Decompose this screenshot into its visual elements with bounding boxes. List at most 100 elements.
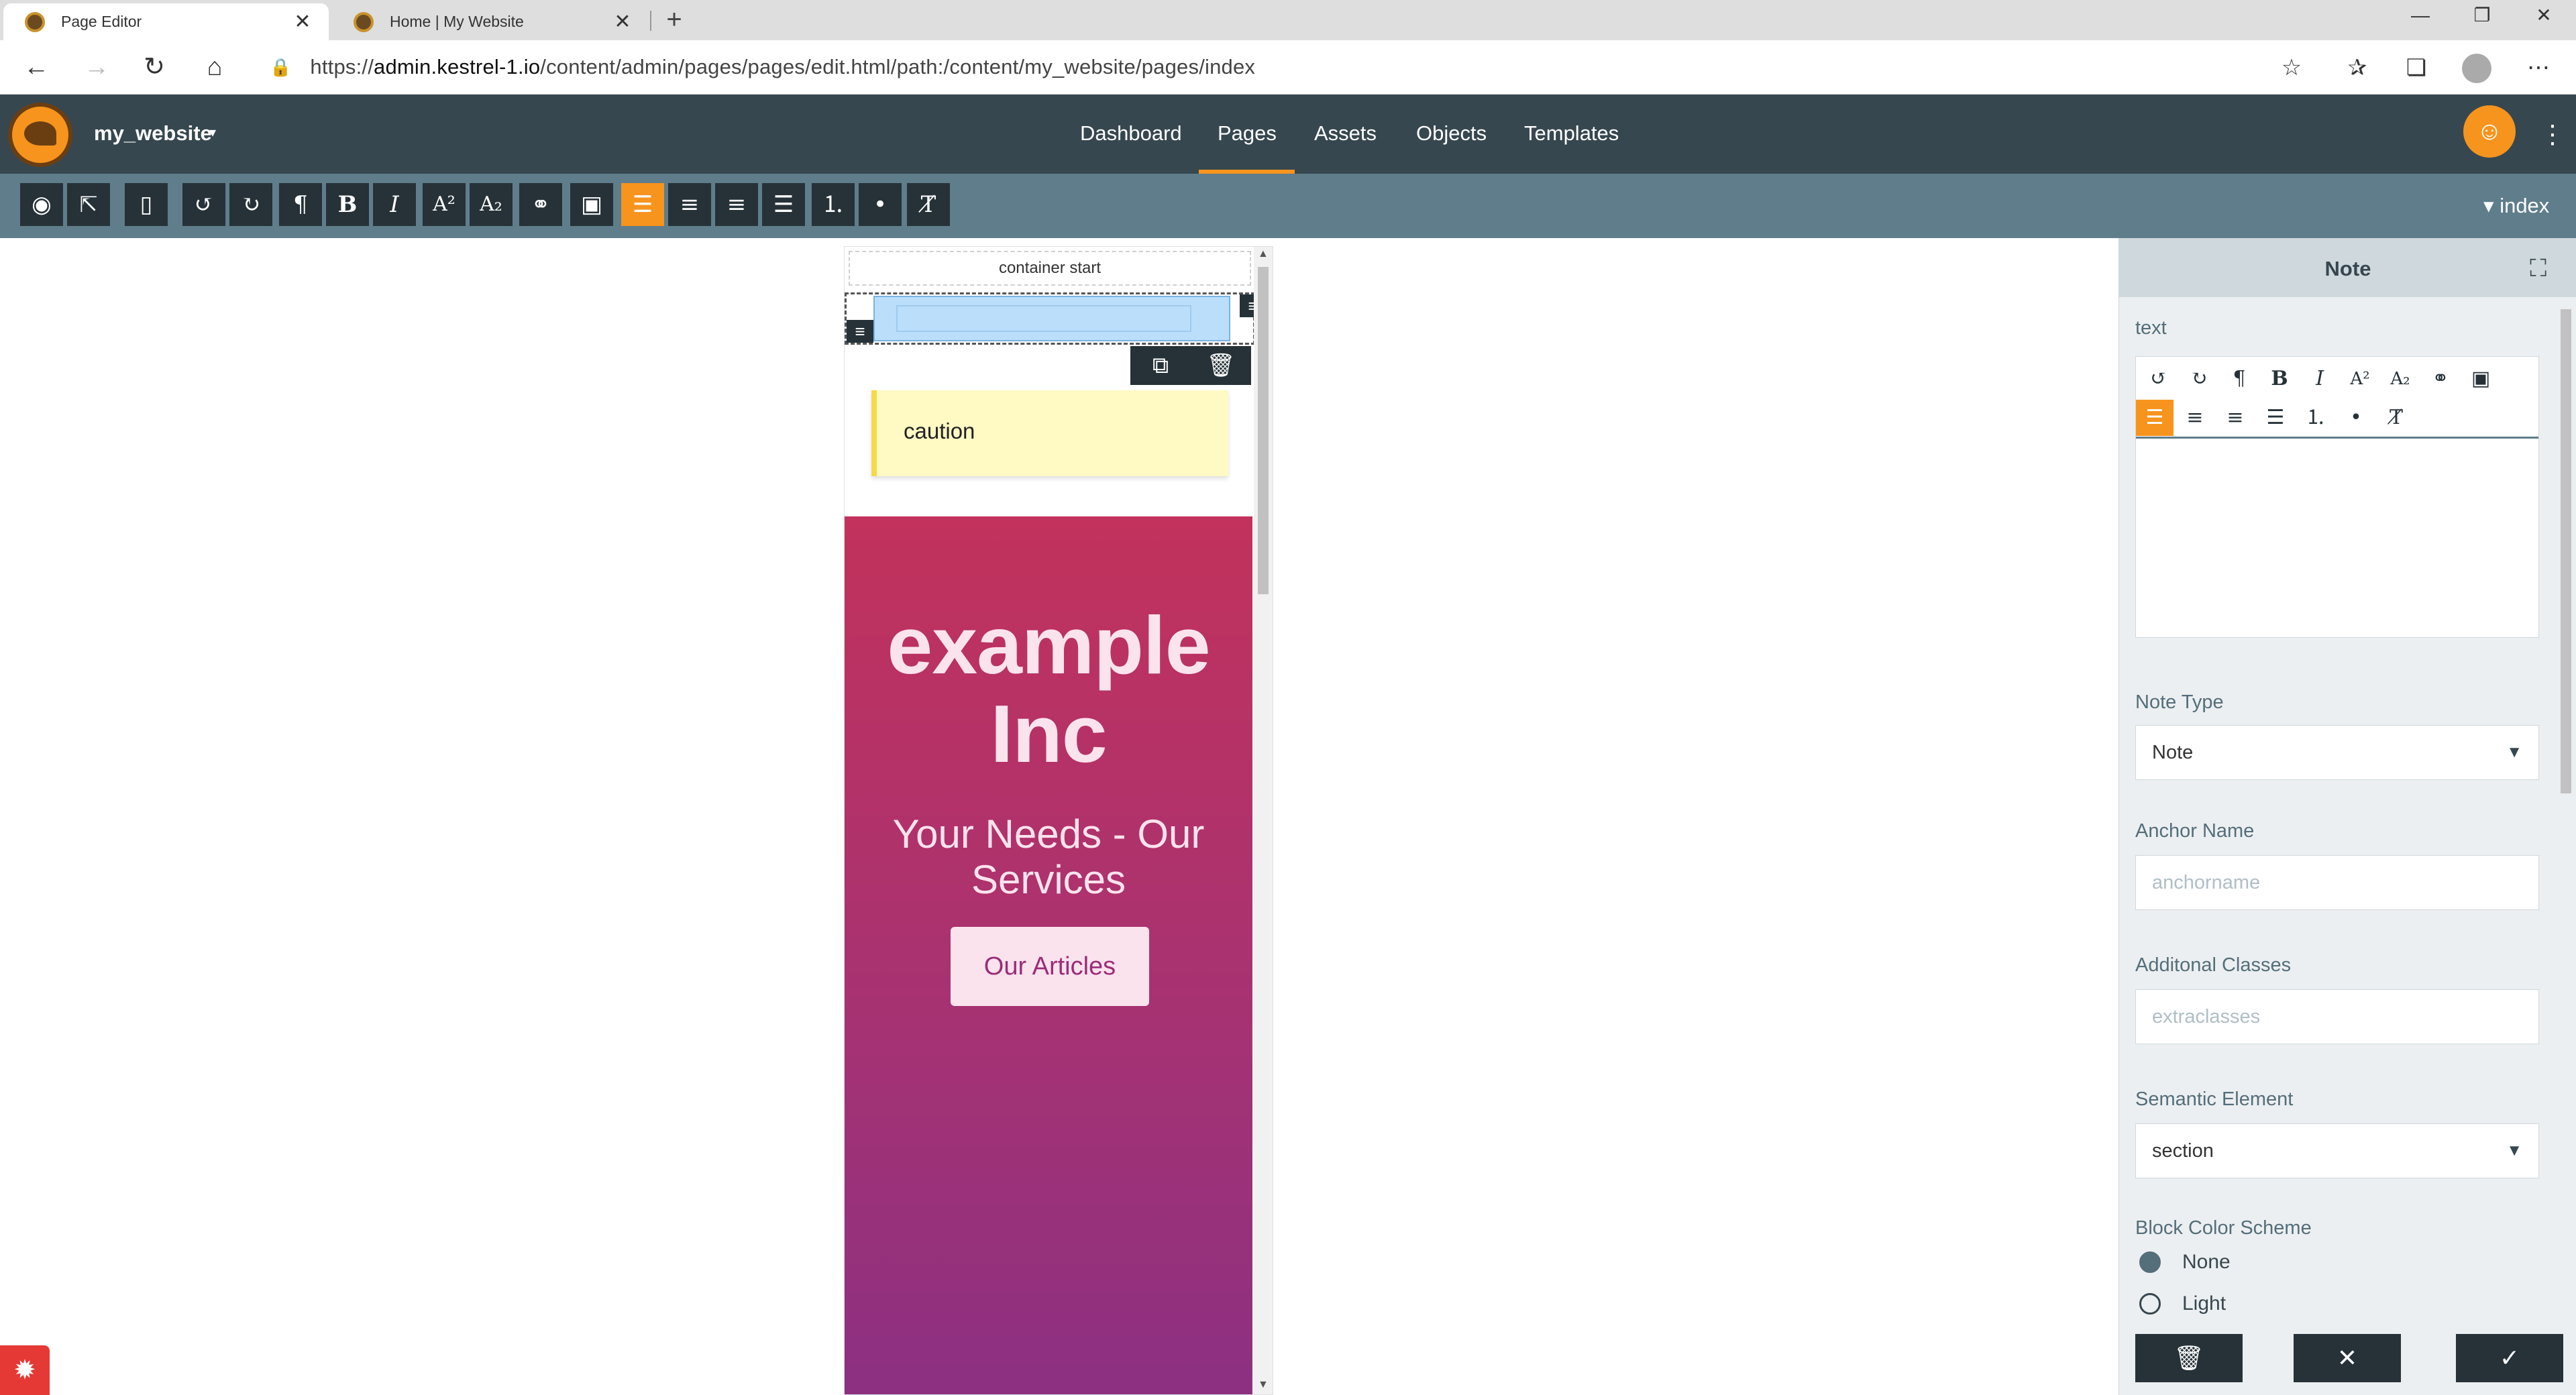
our-articles-button[interactable]: Our Articles xyxy=(951,927,1149,1006)
link-icon[interactable]: ⚭ xyxy=(2422,361,2459,397)
nav-dashboard[interactable]: Dashboard xyxy=(1080,121,1182,146)
anchor-name-input[interactable]: anchorname xyxy=(2135,855,2539,910)
paragraph-icon[interactable]: ¶ xyxy=(2220,361,2258,397)
user-account-icon[interactable]: ☺ xyxy=(2463,105,2516,158)
favorites-list-icon[interactable]: ✰ xyxy=(2339,52,2376,83)
kestrel-logo-icon[interactable] xyxy=(8,103,72,167)
unordered-list-icon[interactable]: • xyxy=(2337,400,2375,436)
align-left-icon[interactable]: ☰ xyxy=(621,183,664,226)
profile-avatar[interactable] xyxy=(2462,54,2491,83)
address-bar[interactable]: 🔒 https://admin.kestrel-1.io/content/adm… xyxy=(254,48,2317,86)
new-tab-button[interactable]: + xyxy=(659,4,690,35)
clear-format-icon[interactable]: T̸ xyxy=(907,183,950,226)
italic-icon[interactable]: I xyxy=(2301,361,2339,397)
align-center-icon[interactable]: ≡ xyxy=(2176,400,2214,436)
redo-icon[interactable]: ↻ xyxy=(229,183,272,226)
tab-close-icon[interactable]: ✕ xyxy=(612,10,633,34)
subscript-icon[interactable]: A₂ xyxy=(470,183,513,226)
preview-scrollbar[interactable]: ▲ ▼ xyxy=(1254,247,1273,1394)
index-toggle[interactable]: ▾ index xyxy=(2483,194,2549,218)
clear-format-icon[interactable]: T̸ xyxy=(2377,400,2415,436)
image-icon[interactable]: ▣ xyxy=(570,183,613,226)
forward-arrow-icon[interactable]: → xyxy=(78,52,115,83)
selected-note-content[interactable] xyxy=(873,296,1230,341)
bug-report-icon[interactable]: ✹ xyxy=(0,1345,50,1395)
additional-classes-input[interactable]: extraclasses xyxy=(2135,989,2539,1044)
align-center-icon[interactable]: ≡ xyxy=(668,183,711,226)
note-type-value: Note xyxy=(2152,742,2194,763)
site-caret-icon[interactable]: ▾ xyxy=(209,124,216,141)
confirm-button[interactable]: ✓ xyxy=(2456,1334,2563,1382)
note-text-area[interactable] xyxy=(896,305,1191,332)
favorite-star-icon[interactable]: ☆ xyxy=(2273,52,2310,83)
align-justify-icon[interactable]: ☰ xyxy=(762,183,805,226)
home-icon[interactable]: ⌂ xyxy=(196,52,233,83)
copy-icon[interactable]: ⧉ xyxy=(1130,346,1191,385)
bold-icon[interactable]: B xyxy=(2261,361,2298,397)
italic-icon[interactable]: I xyxy=(373,183,416,226)
tab-page-editor[interactable]: Page Editor ✕ xyxy=(3,3,329,40)
radio-selected-icon[interactable] xyxy=(2139,1251,2161,1273)
collections-icon[interactable]: ❏ xyxy=(2398,52,2435,83)
nav-templates[interactable]: Templates xyxy=(1524,121,1619,146)
bold-icon[interactable]: B xyxy=(326,183,369,226)
back-arrow-icon[interactable]: ← xyxy=(17,52,55,83)
semantic-element-select[interactable]: section ▼ xyxy=(2135,1123,2539,1178)
browser-menu-icon[interactable]: ⋯ xyxy=(2520,52,2557,83)
tab-home-my-website[interactable]: Home | My Website ✕ xyxy=(332,3,649,40)
caution-note-block[interactable]: caution xyxy=(871,390,1228,476)
chevron-down-icon: ▼ xyxy=(2506,1141,2522,1160)
note-type-select[interactable]: Note ▼ xyxy=(2135,725,2539,780)
radio-option-light[interactable]: Light xyxy=(2139,1292,2226,1315)
anchor-name-label: Anchor Name xyxy=(2135,820,2255,842)
ordered-list-icon[interactable]: ⒈ xyxy=(812,183,855,226)
window-close-button[interactable]: ✕ xyxy=(2513,0,2575,34)
panel-scrollbar[interactable] xyxy=(2555,300,2576,1313)
restore-button[interactable]: ❐ xyxy=(2451,0,2513,34)
align-justify-icon[interactable]: ☰ xyxy=(2257,400,2294,436)
nav-objects[interactable]: Objects xyxy=(1416,121,1487,146)
scroll-down-arrow-icon[interactable]: ▼ xyxy=(1258,1379,1269,1391)
superscript-icon[interactable]: A² xyxy=(2341,361,2379,397)
drag-handle-icon[interactable]: ≡ xyxy=(847,320,873,343)
paragraph-icon[interactable]: ¶ xyxy=(279,183,322,226)
unordered-list-icon[interactable]: • xyxy=(859,183,902,226)
scroll-up-arrow-icon[interactable]: ▲ xyxy=(1258,248,1269,260)
minimize-button[interactable]: — xyxy=(2390,0,2451,34)
cancel-button[interactable]: ✕ xyxy=(2294,1334,2401,1382)
tab-close-icon[interactable]: ✕ xyxy=(292,10,313,34)
trash-icon[interactable]: 🗑 xyxy=(1191,346,1251,385)
tab-title: Page Editor xyxy=(61,13,142,30)
ordered-list-icon[interactable]: ⒈ xyxy=(2297,400,2334,436)
align-right-icon[interactable]: ≡ xyxy=(715,183,758,226)
subscript-icon[interactable]: A₂ xyxy=(2381,361,2419,397)
container-start-marker[interactable]: container start xyxy=(849,251,1251,286)
align-right-icon[interactable]: ≡ xyxy=(2216,400,2254,436)
selected-note-block[interactable]: ≡ ≡ xyxy=(845,292,1267,345)
mobile-device-icon[interactable]: ▯ xyxy=(125,183,168,226)
undo-icon[interactable]: ↺ xyxy=(182,183,225,226)
url-text: https://admin.kestrel-1.io/content/admin… xyxy=(310,55,1255,79)
radio-option-none[interactable]: None xyxy=(2139,1251,2231,1274)
link-icon[interactable]: ⚭ xyxy=(519,183,562,226)
panel-scroll-thumb[interactable] xyxy=(2561,309,2571,793)
rich-text-editor[interactable]: ↺ ↻ ¶ B I A² A₂ ⚭ ▣ ☰ ≡ ≡ ☰ ⒈ • T̸ xyxy=(2135,356,2539,638)
reload-icon[interactable]: ↻ xyxy=(136,52,173,83)
superscript-icon[interactable]: A² xyxy=(423,183,466,226)
undo-icon[interactable]: ↺ xyxy=(2140,361,2178,397)
nav-pages[interactable]: Pages xyxy=(1218,121,1277,146)
delete-button[interactable]: 🗑 xyxy=(2135,1334,2243,1382)
expand-icon[interactable]: ⛶ xyxy=(2530,254,2546,283)
site-favicon-icon xyxy=(25,11,45,32)
redo-icon[interactable]: ↻ xyxy=(2180,361,2218,397)
image-icon[interactable]: ▣ xyxy=(2462,361,2500,397)
eye-icon[interactable]: ◉ xyxy=(20,183,63,226)
preview-scroll-thumb[interactable] xyxy=(1258,267,1269,594)
nav-assets[interactable]: Assets xyxy=(1314,121,1377,146)
align-left-icon[interactable]: ☰ xyxy=(2136,400,2174,436)
site-selector[interactable]: my_website xyxy=(94,121,212,146)
app-more-icon[interactable]: ⋮ xyxy=(2540,121,2565,148)
caution-text: caution xyxy=(904,418,975,443)
external-link-icon[interactable]: ⇱ xyxy=(67,183,110,226)
radio-unselected-icon[interactable] xyxy=(2139,1293,2161,1315)
